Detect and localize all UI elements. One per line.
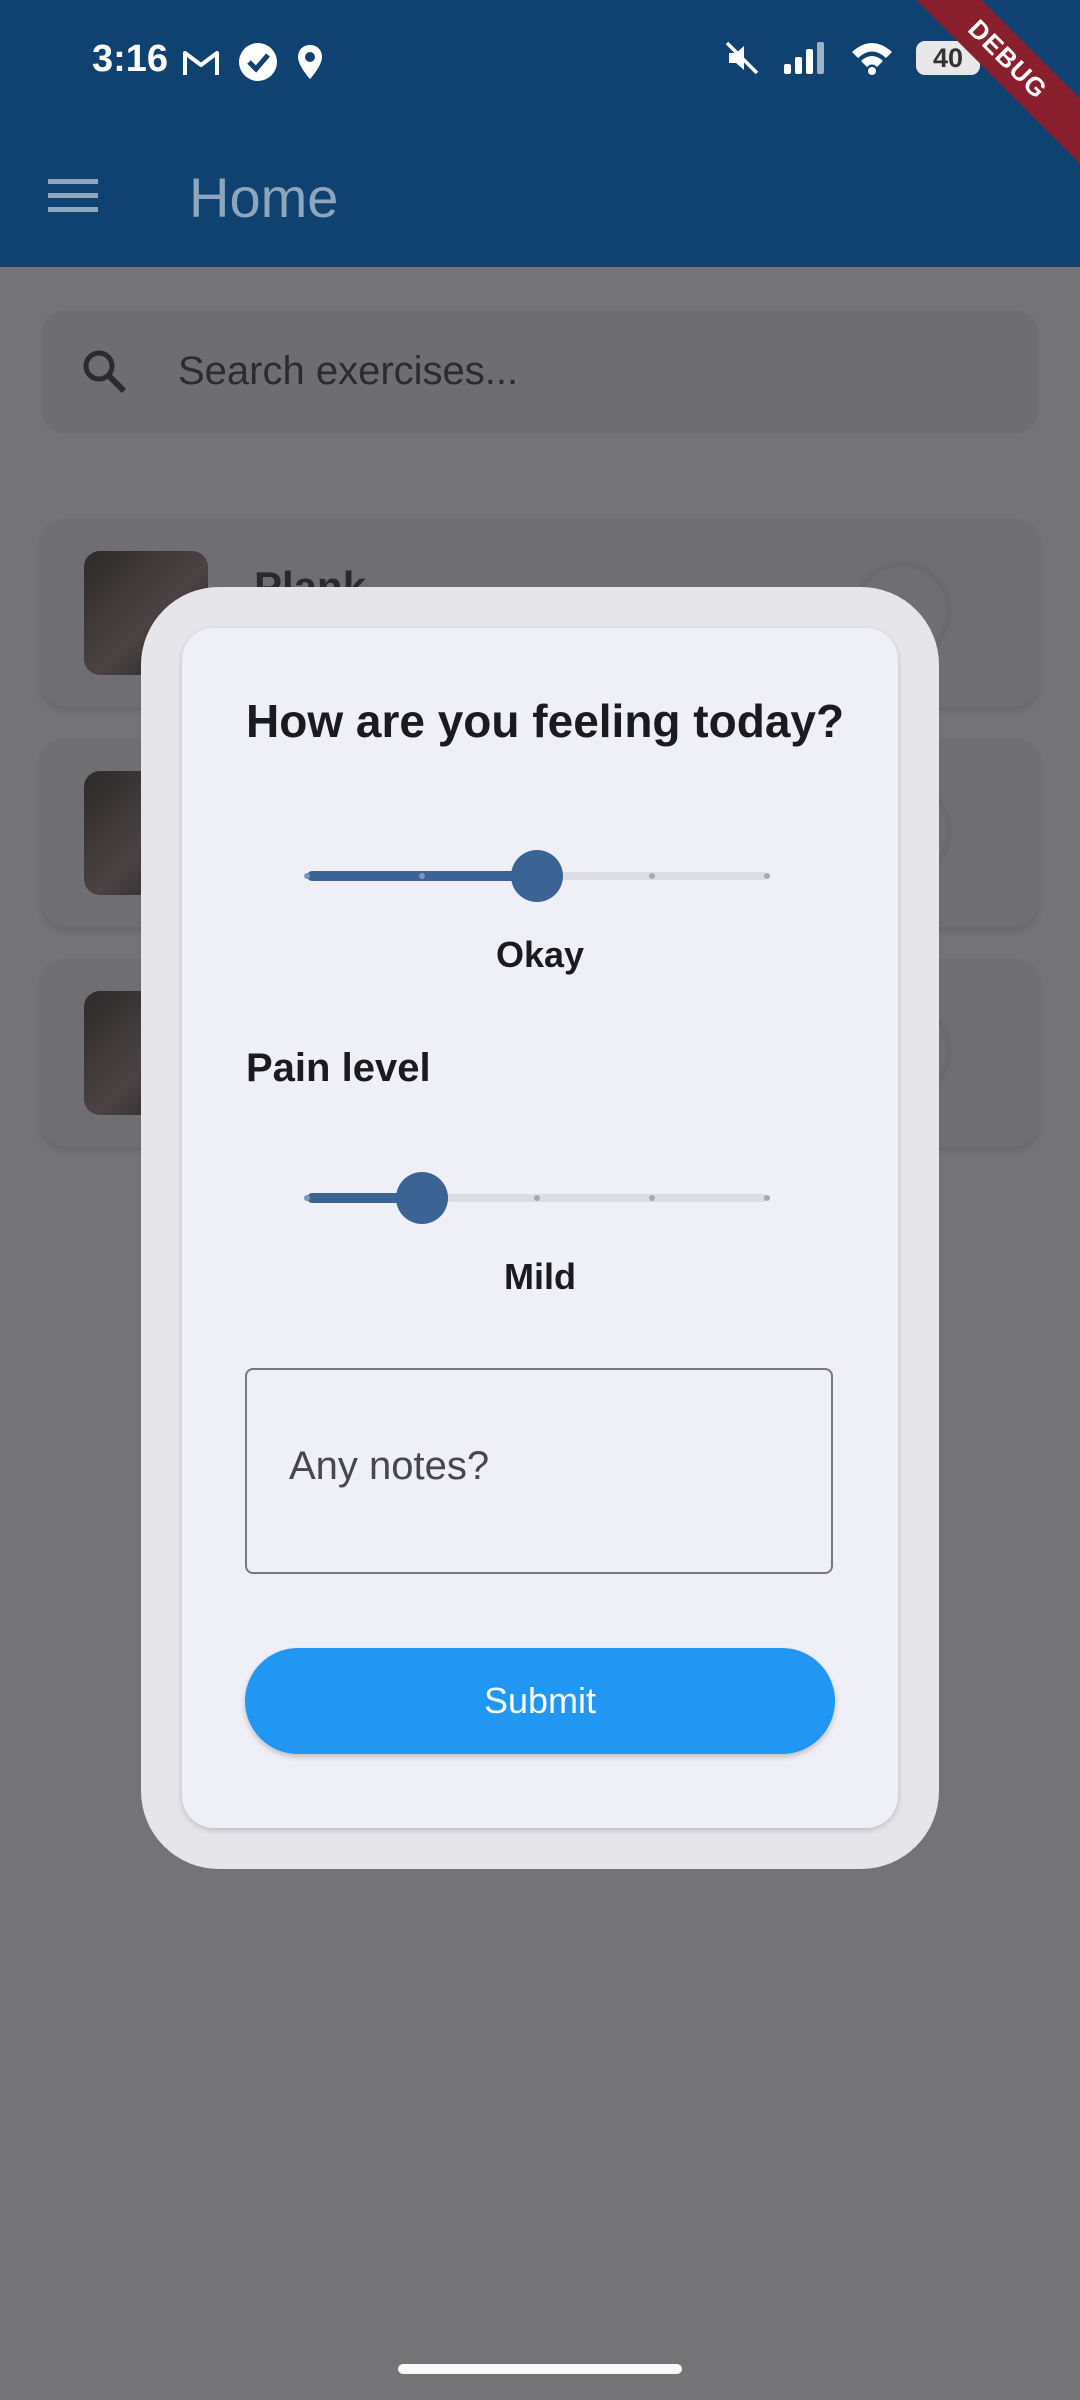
page-title: Home (189, 166, 339, 229)
search-placeholder: Search exercises... (178, 349, 519, 393)
gmail-icon (183, 51, 219, 75)
submit-button[interactable]: Submit (245, 1648, 835, 1754)
location-icon (298, 45, 322, 79)
slider-tick (649, 1195, 655, 1201)
app-bar: Home (0, 125, 1080, 267)
slider-thumb[interactable] (511, 850, 563, 902)
search-icon (83, 350, 127, 394)
slider-tick (304, 1195, 310, 1201)
pain-value-label: Mild (504, 1256, 576, 1297)
slider-tick (764, 873, 770, 879)
wifi-icon (852, 43, 892, 75)
slider-tick (534, 1195, 540, 1201)
slider-tick (419, 873, 425, 879)
feeling-slider[interactable] (304, 846, 770, 906)
status-right-icons: 40 (724, 40, 980, 76)
status-left-icons (182, 42, 324, 82)
status-time: 3:16 (92, 38, 169, 80)
slider-tick (764, 1195, 770, 1201)
dialog-title: How are you feeling today? (246, 695, 845, 747)
status-bar: 3:16 40 (0, 0, 1080, 125)
feeling-value-label: Okay (495, 934, 585, 975)
slider-tick (649, 873, 655, 879)
pain-slider[interactable] (304, 1168, 770, 1228)
mute-icon (725, 41, 759, 75)
signal-icon (784, 42, 824, 74)
dialog-card: How are you feeling today? Okay Pain lev… (182, 628, 898, 1828)
slider-tick (304, 873, 310, 879)
menu-icon[interactable] (48, 177, 98, 213)
feeling-dialog: How are you feeling today? Okay Pain lev… (141, 587, 939, 1869)
notes-field[interactable]: Any notes? (245, 1368, 833, 1574)
notes-placeholder: Any notes? (289, 1444, 490, 1488)
pain-level-label: Pain level (246, 1046, 431, 1090)
battery-level: 40 (932, 42, 964, 73)
tasks-check-icon (239, 43, 277, 81)
slider-thumb[interactable] (396, 1172, 448, 1224)
search-input[interactable]: Search exercises... (42, 311, 1038, 433)
home-indicator[interactable] (398, 2364, 682, 2374)
